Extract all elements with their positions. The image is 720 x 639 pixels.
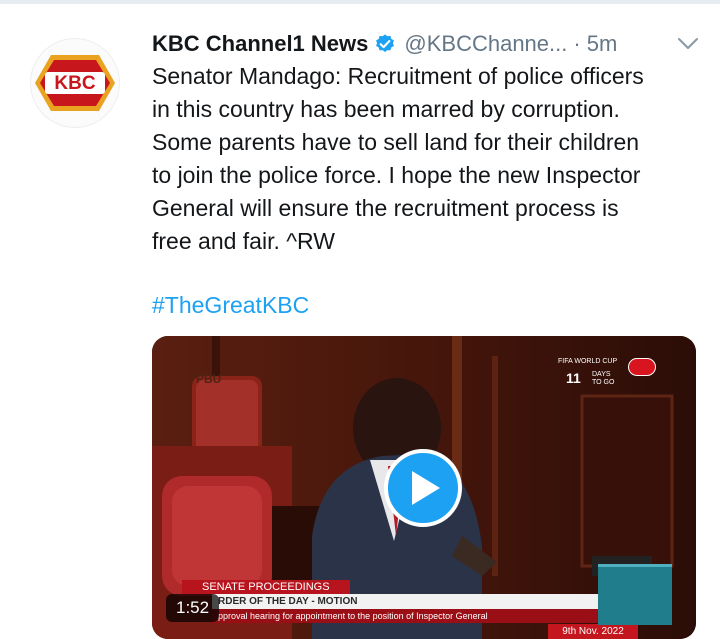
- video-duration-badge: 1:52: [166, 594, 220, 622]
- author-name[interactable]: KBC Channel1 News: [152, 31, 368, 57]
- channel-bug-icon: [628, 358, 656, 376]
- tweet-header: KBC Channel1 News @KBCChanne... · 5m: [152, 28, 712, 60]
- avatar[interactable]: KBC: [30, 38, 120, 128]
- sign-language-inset: [598, 564, 672, 625]
- svg-text:KBC: KBC: [54, 73, 95, 94]
- top-divider: [0, 0, 720, 4]
- play-icon: [412, 471, 440, 505]
- countdown-days-label: DAYS TO GO: [592, 371, 614, 387]
- hashtag-link[interactable]: #TheGreatKBC: [152, 289, 309, 322]
- video-player[interactable]: PBU FIFA WORLD CUP 11 DAYS TO GO SENATE …: [152, 336, 696, 639]
- kbc-logo-icon: KBC: [35, 55, 115, 111]
- proceedings-banner: SENATE PROCEEDINGS: [182, 580, 350, 594]
- play-button[interactable]: [384, 449, 462, 527]
- countdown-days-line1: DAYS: [592, 371, 611, 378]
- countdown-number: 11: [566, 370, 581, 386]
- countdown-days-line2: TO GO: [592, 379, 615, 386]
- world-cup-countdown: FIFA WORLD CUP 11 DAYS TO GO: [556, 354, 656, 394]
- author-handle[interactable]: @KBCChanne...: [404, 31, 567, 57]
- countdown-title: FIFA WORLD CUP: [558, 358, 618, 365]
- verified-badge-icon: [376, 34, 395, 52]
- timestamp[interactable]: 5m: [587, 31, 618, 57]
- broadcast-date: 9th Nov. 2022: [548, 624, 638, 639]
- order-of-day-banner: RDER OF THE DAY - MOTION: [212, 594, 598, 609]
- news-ticker: pproval hearing for appointment to the p…: [212, 609, 638, 623]
- chair-label: PBU: [196, 372, 222, 386]
- chevron-down-icon[interactable]: [676, 34, 700, 54]
- separator-dot: ·: [573, 31, 581, 56]
- tweet-text: Senator Mandago: Recruitment of police o…: [152, 63, 644, 254]
